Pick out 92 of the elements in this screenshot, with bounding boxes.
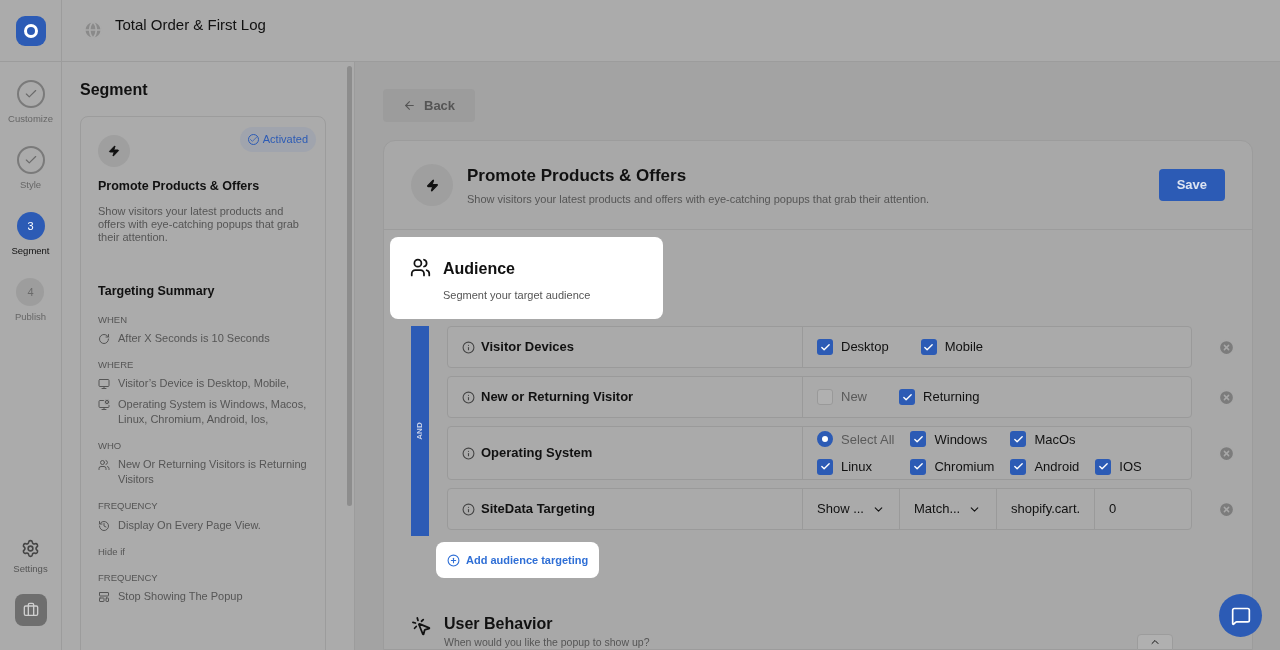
input-field[interactable]: shopify.cart. bbox=[997, 489, 1095, 529]
option-label: Windows bbox=[934, 430, 988, 449]
summary-caption: FREQUENCY bbox=[98, 570, 159, 585]
check-icon bbox=[923, 341, 935, 353]
summary-caption: WHEN bbox=[98, 312, 129, 327]
activated-badge: Activated bbox=[239, 127, 316, 152]
step-label: Publish bbox=[14, 310, 47, 324]
option-label: Returning bbox=[923, 388, 980, 407]
summary-caption: WHO bbox=[98, 439, 123, 453]
chat-icon bbox=[1230, 605, 1251, 626]
check-icon bbox=[23, 87, 38, 101]
dropdown[interactable]: Show ... bbox=[803, 489, 900, 529]
checkbox[interactable] bbox=[910, 458, 927, 475]
rule-label: Visitor Devices bbox=[481, 338, 574, 357]
plus-circle-icon bbox=[447, 553, 460, 567]
option-label: MacOs bbox=[1034, 430, 1076, 449]
checkbox[interactable] bbox=[899, 389, 915, 405]
step-label: Customize bbox=[8, 112, 53, 126]
cursor-click-icon bbox=[411, 616, 432, 637]
option-label: Linux bbox=[841, 458, 873, 476]
save-button[interactable]: Save bbox=[1158, 169, 1225, 201]
summary-caption: WHERE bbox=[98, 357, 135, 372]
add-audience-targeting-link[interactable]: Add audience targeting bbox=[436, 542, 600, 578]
card-description: Show visitors your latest products and offers with eye-catching popups that grab their attention. bbox=[98, 204, 300, 244]
rule-label: New or Returning Visitor bbox=[481, 388, 634, 407]
option-label: Chromium bbox=[934, 458, 995, 476]
card-description: Show visitors your latest products and offers with eye-catching popups that grab their attention. bbox=[467, 191, 931, 207]
option-label: IOS bbox=[1119, 458, 1142, 476]
radio-button[interactable] bbox=[817, 431, 833, 448]
sidebar-title: Segment bbox=[80, 80, 149, 100]
rule-label: SiteData Targeting bbox=[481, 500, 595, 519]
checkbox[interactable] bbox=[910, 431, 927, 448]
summary-icon bbox=[98, 399, 110, 411]
check-icon bbox=[819, 341, 831, 353]
section-title: Audience bbox=[443, 259, 516, 279]
summary-text: New Or Returning Visitors is Returning Visitors bbox=[118, 457, 308, 488]
settings-label: Settings bbox=[13, 561, 48, 576]
option-label: Select All bbox=[841, 430, 895, 449]
summary-caption: FREQUENCY bbox=[98, 499, 159, 514]
users-icon bbox=[410, 257, 431, 278]
arrow-left-icon bbox=[403, 99, 416, 112]
info-icon bbox=[462, 340, 475, 354]
card-title: Promote Products & Offers bbox=[467, 165, 688, 187]
lightning-icon bbox=[425, 178, 439, 192]
briefcase-button[interactable] bbox=[14, 594, 47, 626]
option-label: Android bbox=[1034, 458, 1080, 476]
settings-icon[interactable] bbox=[21, 538, 40, 558]
summary-icon bbox=[98, 591, 110, 603]
summary-text: Display On Every Page View. bbox=[118, 517, 261, 533]
card-title: Promote Products & Offers bbox=[98, 178, 261, 195]
section-subtitle: When would you like the popup to show up? bbox=[444, 636, 650, 648]
option-label: Desktop bbox=[841, 338, 889, 357]
step-label: Segment bbox=[11, 244, 50, 258]
checkbox[interactable] bbox=[1095, 458, 1112, 475]
info-icon bbox=[462, 390, 475, 404]
checkbox[interactable] bbox=[817, 339, 833, 355]
globe-icon bbox=[83, 20, 103, 40]
info-icon bbox=[462, 446, 475, 460]
checkbox[interactable] bbox=[920, 339, 937, 355]
rule-label: Operating System bbox=[481, 444, 593, 463]
check-icon bbox=[901, 391, 913, 403]
input-field[interactable]: 0 bbox=[1095, 489, 1191, 529]
scrollbar-thumb[interactable] bbox=[346, 66, 352, 506]
step-label: Style bbox=[19, 178, 42, 192]
summary-text: Visitor’s Device is Desktop, Mobile, bbox=[118, 376, 290, 391]
check-icon bbox=[23, 153, 38, 167]
summary-title: Targeting Summary bbox=[98, 282, 216, 300]
dropdown[interactable]: Match... bbox=[900, 489, 997, 529]
page-title: Total Order & First Log bbox=[115, 15, 266, 35]
summary-text: Stop Showing The Popup bbox=[118, 589, 243, 604]
summary-label: Hide if bbox=[98, 544, 126, 559]
checkbox[interactable] bbox=[1010, 431, 1027, 448]
check-icon bbox=[913, 433, 924, 445]
summary-icon bbox=[98, 332, 110, 345]
summary-text: After X Seconds is 10 Seconds bbox=[118, 330, 270, 346]
logo-icon[interactable] bbox=[15, 15, 46, 46]
summary-text: Operating System is Windows, Macos, Linux, Chromium, Android, Ios, bbox=[118, 397, 308, 427]
summary-icon bbox=[98, 519, 110, 532]
checkbox[interactable] bbox=[817, 458, 833, 475]
connector-label: AND bbox=[414, 422, 425, 440]
option-label: New bbox=[841, 388, 867, 407]
section-title: User Behavior bbox=[444, 614, 554, 633]
step-number[interactable]: 3 bbox=[16, 212, 45, 240]
check-icon bbox=[1012, 433, 1024, 445]
info-icon bbox=[462, 502, 475, 516]
option-label: Mobile bbox=[944, 338, 983, 357]
lightning-icon bbox=[108, 145, 120, 157]
summary-icon bbox=[98, 459, 110, 472]
section-subtitle: Segment your target audience bbox=[443, 288, 591, 303]
checkbox[interactable] bbox=[1010, 458, 1027, 475]
summary-icon bbox=[98, 378, 110, 390]
briefcase-icon bbox=[22, 602, 39, 618]
